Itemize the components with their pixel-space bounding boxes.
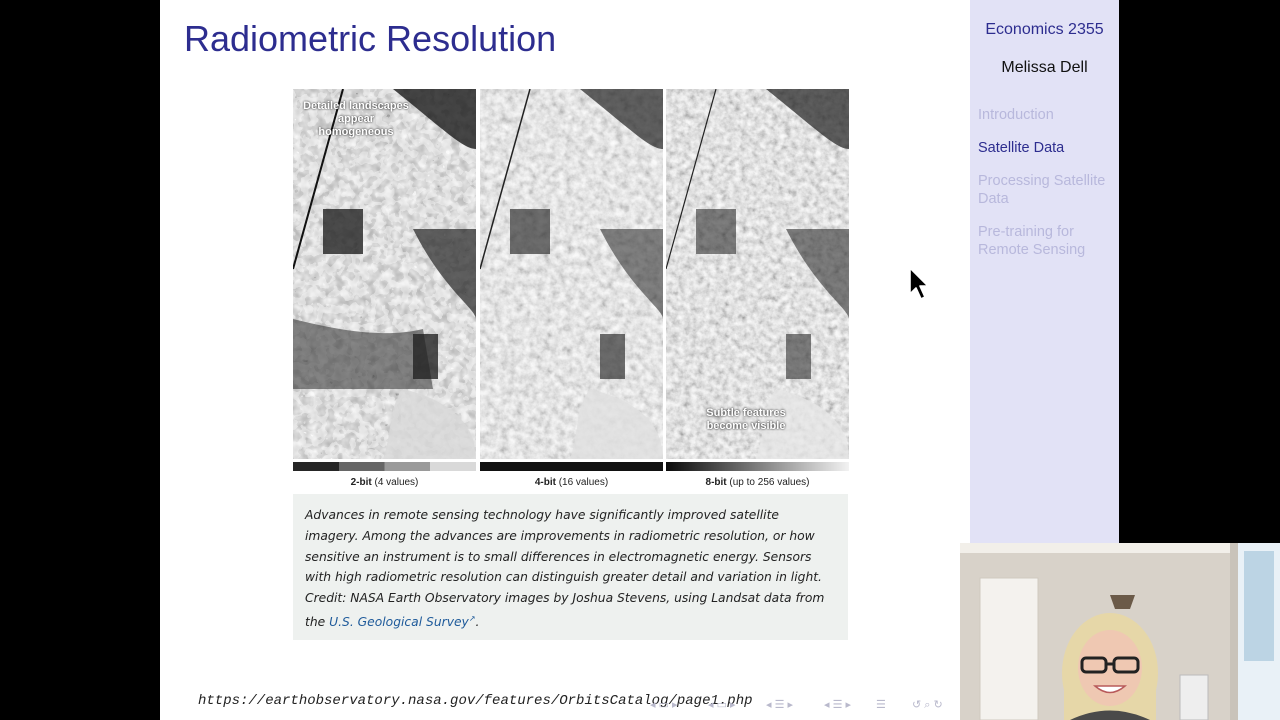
radiometric-figure: Detailed landscapes appear homogeneous S…	[293, 89, 849, 493]
gradient-4bit	[480, 462, 663, 471]
slide-title: Radiometric Resolution	[184, 18, 557, 59]
slide: Radiometric Resolution Detailed landscap…	[160, 0, 970, 720]
gradient-8bit	[666, 462, 849, 471]
mouse-pointer-icon	[908, 266, 932, 307]
sidebar-item-introduction[interactable]: Introduction	[978, 106, 1113, 124]
caption-text: Advances in remote sensing technology ha…	[305, 508, 822, 585]
bit-label-8bit: 8-bit (up to 256 values)	[705, 477, 810, 488]
label-subtle-features: Subtle features become visible	[706, 407, 786, 432]
bit-label-2bit: 2-bit (4 values)	[350, 477, 419, 488]
webcam-presenter-image	[960, 543, 1280, 720]
usgs-link[interactable]: U.S. Geological Survey	[329, 615, 469, 629]
panel-4bit-image	[480, 89, 663, 459]
sidebar-item-satellite-data[interactable]: Satellite Data	[978, 139, 1113, 157]
panel-8bit-image: Subtle features become visible	[666, 89, 849, 459]
nav-menu-icon[interactable]: ☰	[876, 698, 886, 711]
label-homogeneous: Detailed landscapes appear homogeneous	[303, 100, 409, 138]
gradient-2bit	[293, 462, 476, 471]
external-link-icon: ↗	[468, 613, 476, 623]
nav-subsection-icon[interactable]: ◂ ☰ ▸	[824, 698, 851, 711]
bit-label-4bit: 4-bit (16 values)	[534, 477, 609, 488]
sidebar: Economics 2355 Melissa Dell Introduction…	[970, 0, 1119, 543]
nav-search-icon[interactable]: ↺ ⌕ ↻	[912, 698, 943, 712]
figure-caption: Advances in remote sensing technology ha…	[293, 494, 848, 640]
nav-prev-icon[interactable]: ◂ ▭ ▸	[650, 698, 678, 711]
nav-frame-icon[interactable]: ◂ ▭ ▸	[708, 698, 736, 711]
sidebar-item-processing-satellite-data[interactable]: Processing Satellite Data	[978, 172, 1113, 208]
sidebar-course: Economics 2355	[985, 21, 1104, 38]
nav-section-icon[interactable]: ◂ ☰ ▸	[766, 698, 793, 711]
sidebar-author: Melissa Dell	[1001, 59, 1088, 76]
panel-2bit-image: Detailed landscapes appear homogeneous	[293, 89, 476, 459]
sidebar-item-pretraining[interactable]: Pre-training for Remote Sensing	[978, 223, 1113, 259]
webcam-video	[960, 543, 1280, 720]
